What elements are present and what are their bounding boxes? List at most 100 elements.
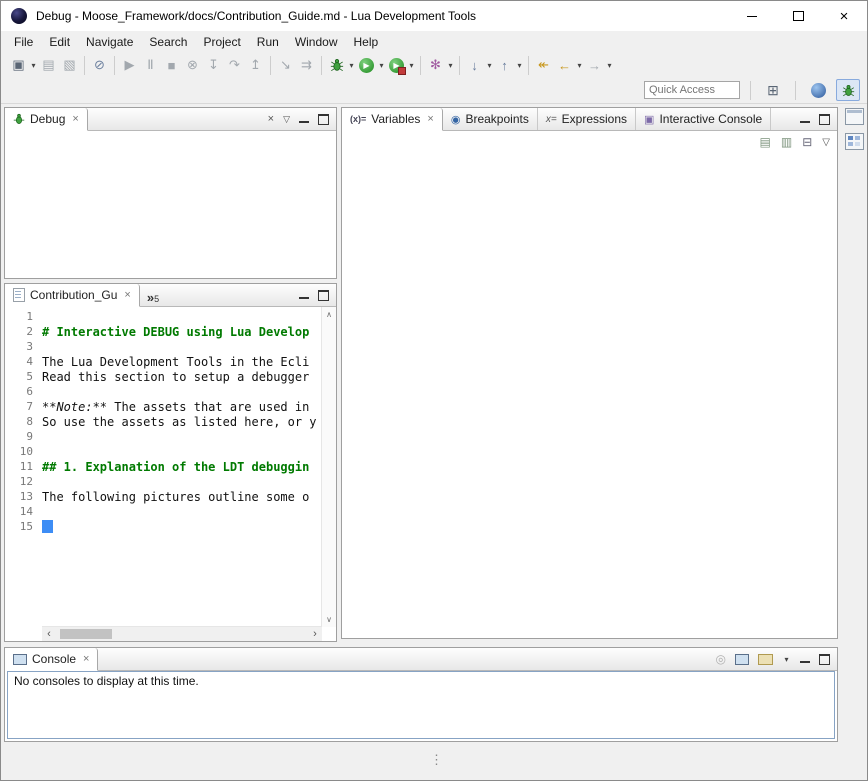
external-tools-icon[interactable]: ▶ <box>386 54 407 76</box>
last-edit-location-icon[interactable]: ↞ <box>533 54 554 76</box>
pin-console-icon[interactable]: ◎ <box>716 652 726 666</box>
disconnect-icon[interactable]: ⊗ <box>182 54 203 76</box>
lua-perspective-button[interactable] <box>806 79 830 101</box>
maximize-view-icon[interactable] <box>318 290 329 301</box>
vertical-scrollbar[interactable]: ∧ ∨ <box>321 307 336 627</box>
menu-navigate[interactable]: Navigate <box>78 33 141 51</box>
view-menu-icon[interactable]: ▽ <box>283 114 290 125</box>
restore-view-icon[interactable] <box>845 133 864 150</box>
next-annotation-dropdown-arrow[interactable]: ▾ <box>485 54 494 76</box>
debug-view-content[interactable] <box>5 131 336 277</box>
quick-access-input[interactable] <box>644 81 740 99</box>
editor-line[interactable]: 4The Lua Development Tools in the Ecli <box>5 354 322 369</box>
drop-to-frame-icon[interactable]: ↘ <box>275 54 296 76</box>
maximize-button[interactable] <box>775 1 821 31</box>
app-icon[interactable] <box>11 8 27 24</box>
tab-close-icon[interactable]: × <box>427 113 433 125</box>
tab-close-icon[interactable]: × <box>72 113 78 125</box>
suspend-icon[interactable]: Ⅱ <box>140 54 161 76</box>
menu-file[interactable]: File <box>6 33 41 51</box>
horizontal-scrollbar-thumb[interactable] <box>60 629 112 639</box>
menu-edit[interactable]: Edit <box>41 33 78 51</box>
trim-drag-grip[interactable]: ⋮ <box>430 752 443 768</box>
run-dropdown-arrow[interactable]: ▾ <box>377 54 386 76</box>
resume-icon[interactable]: ▶ <box>119 54 140 76</box>
step-over-icon[interactable]: ↷ <box>224 54 245 76</box>
tab-debug[interactable]: Debug × <box>5 108 88 131</box>
editor-line[interactable]: 14 <box>5 504 322 519</box>
save-icon[interactable]: ▤ <box>38 54 59 76</box>
editor-overflow-chevron[interactable]: » 5 <box>140 284 166 306</box>
menu-help[interactable]: Help <box>346 33 387 51</box>
external-tools-dropdown-arrow[interactable]: ▾ <box>407 54 416 76</box>
menu-run[interactable]: Run <box>249 33 287 51</box>
next-annotation-icon[interactable]: ↓ <box>464 54 485 76</box>
previous-annotation-dropdown-arrow[interactable]: ▾ <box>515 54 524 76</box>
close-button[interactable]: × <box>821 1 867 31</box>
variables-content[interactable]: ▤ ▥ ⊟ ▽ <box>342 131 837 637</box>
tab-contribution-guide[interactable]: Contribution_Gu × <box>5 284 140 307</box>
run-icon[interactable]: ▶ <box>356 54 377 76</box>
tab-close-icon[interactable]: × <box>124 289 130 301</box>
forward-icon[interactable]: → <box>584 54 605 76</box>
editor-line[interactable]: 5Read this section to setup a debugger <box>5 369 322 384</box>
editor-line[interactable]: 11## 1. Explanation of the LDT debuggin <box>5 459 322 474</box>
debug-icon[interactable] <box>326 54 347 76</box>
back-icon[interactable]: ← <box>554 54 575 76</box>
minimize-button[interactable] <box>729 1 775 31</box>
console-content[interactable]: No consoles to display at this time. <box>7 671 835 739</box>
editor-line[interactable]: 3 <box>5 339 322 354</box>
debug-perspective-button[interactable] <box>836 79 860 101</box>
scroll-left-icon[interactable]: ‹ <box>42 627 56 641</box>
step-into-icon[interactable]: ↧ <box>203 54 224 76</box>
open-console-dropdown-arrow[interactable]: ▾ <box>782 648 791 670</box>
debug-dropdown-arrow[interactable]: ▾ <box>347 54 356 76</box>
save-all-icon[interactable]: ▧ <box>59 54 80 76</box>
scroll-up-icon[interactable]: ∧ <box>326 307 332 322</box>
step-filters-icon[interactable]: ⇉ <box>296 54 317 76</box>
open-console-icon[interactable] <box>758 654 773 665</box>
step-return-icon[interactable]: ↥ <box>245 54 266 76</box>
menu-search[interactable]: Search <box>141 33 195 51</box>
show-type-names-icon[interactable]: ▥ <box>781 135 792 149</box>
magic-wand-icon[interactable]: ✻ <box>425 54 446 76</box>
forward-dropdown-arrow[interactable]: ▾ <box>605 54 614 76</box>
editor-line[interactable]: 10 <box>5 444 322 459</box>
display-selected-console-icon[interactable] <box>735 654 749 665</box>
menu-window[interactable]: Window <box>287 33 346 51</box>
editor-line[interactable]: 15 <box>5 519 322 534</box>
collapse-all-icon[interactable]: ⊟ <box>802 135 812 149</box>
minimize-view-icon[interactable] <box>800 655 810 664</box>
scroll-down-icon[interactable]: ∨ <box>326 612 332 627</box>
minimize-view-icon[interactable] <box>299 115 309 124</box>
editor-line[interactable]: 8So use the assets as listed here, or y <box>5 414 322 429</box>
remove-terminated-icon[interactable]: × <box>268 113 274 125</box>
previous-annotation-icon[interactable]: ↑ <box>494 54 515 76</box>
editor-line[interactable]: 2# Interactive DEBUG using Lua Develop <box>5 324 322 339</box>
horizontal-scrollbar[interactable]: ‹ › <box>42 626 322 641</box>
editor-line[interactable]: 1 <box>5 309 322 324</box>
editor-line[interactable]: 13The following pictures outline some o <box>5 489 322 504</box>
minimize-view-icon[interactable] <box>299 291 309 300</box>
tab-variables[interactable]: (x)= Variables × <box>342 108 443 131</box>
scroll-right-icon[interactable]: › <box>308 627 322 641</box>
skip-breakpoints-icon[interactable]: ⊘ <box>89 54 110 76</box>
editor-line[interactable]: 6 <box>5 384 322 399</box>
wand-dropdown-arrow[interactable]: ▾ <box>446 54 455 76</box>
open-perspective-icon[interactable]: ⊞ <box>761 79 785 101</box>
back-dropdown-arrow[interactable]: ▾ <box>575 54 584 76</box>
editor-line[interactable]: 7**Note:** The assets that are used in <box>5 399 322 414</box>
maximize-view-icon[interactable] <box>318 114 329 125</box>
restore-editor-area-icon[interactable] <box>845 108 864 125</box>
view-menu-icon[interactable]: ▽ <box>822 137 830 148</box>
editor-content[interactable]: 1 2# Interactive DEBUG using Lua Develop… <box>5 307 336 641</box>
new-wizard-icon[interactable]: ▣ <box>8 54 29 76</box>
tab-interactive-console[interactable]: ▣ Interactive Console <box>636 108 771 130</box>
minimize-view-icon[interactable] <box>800 115 810 124</box>
tab-breakpoints[interactable]: ◉ Breakpoints <box>443 108 538 130</box>
show-logical-structure-icon[interactable]: ▤ <box>760 135 771 149</box>
new-dropdown-arrow[interactable]: ▾ <box>29 54 38 76</box>
editor-line[interactable]: 9 <box>5 429 322 444</box>
tab-close-icon[interactable]: × <box>83 653 89 665</box>
maximize-view-icon[interactable] <box>819 654 830 665</box>
